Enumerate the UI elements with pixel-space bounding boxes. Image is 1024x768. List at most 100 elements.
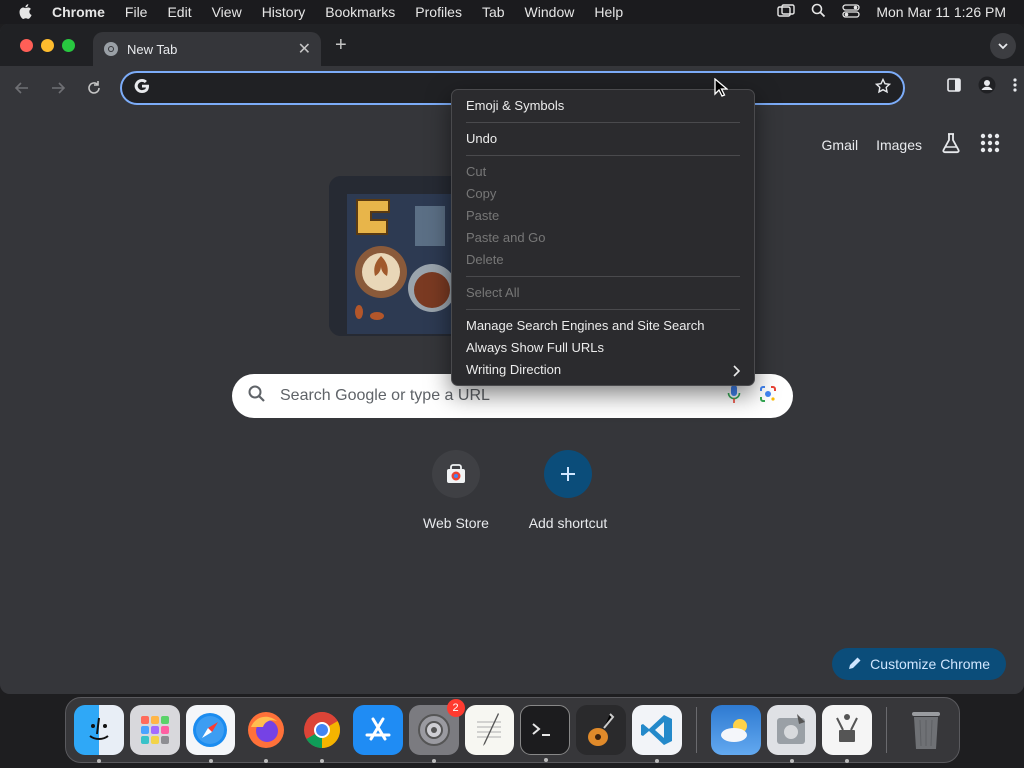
running-indicator — [431, 759, 436, 763]
running-indicator — [654, 759, 659, 763]
menu-bookmarks[interactable]: Bookmarks — [315, 0, 405, 24]
back-button[interactable] — [4, 80, 40, 96]
menu-item-copy[interactable]: Copy — [452, 183, 754, 205]
menu-item-paste[interactable]: Paste — [452, 205, 754, 227]
menu-separator — [466, 155, 740, 156]
apple-menu-icon[interactable] — [0, 4, 52, 20]
mouse-cursor-icon — [714, 77, 729, 103]
firefox-icon[interactable] — [241, 705, 291, 763]
running-indicator — [264, 759, 269, 763]
google-g-icon — [134, 78, 150, 99]
disk-utility-icon[interactable] — [766, 705, 817, 763]
menu-profiles[interactable]: Profiles — [405, 0, 472, 24]
shortcut-web-store[interactable]: Web Store — [406, 450, 506, 531]
menu-separator — [466, 309, 740, 310]
tab-close-icon[interactable]: ✕ — [298, 39, 311, 59]
customize-chrome-button[interactable]: Customize Chrome — [832, 648, 1006, 680]
side-panel-icon[interactable] — [946, 77, 962, 98]
weather-icon[interactable] — [710, 705, 761, 755]
omnibox-context-menu: Emoji & Symbols Undo Cut Copy Paste Past… — [451, 89, 755, 386]
voice-search-icon[interactable] — [727, 384, 741, 409]
reload-icon — [88, 81, 100, 94]
menubar-clock[interactable]: Mon Mar 11 1:26 PM — [876, 4, 1006, 20]
dock: 2 — [65, 697, 960, 763]
profile-avatar-icon[interactable] — [978, 76, 996, 99]
chevron-down-icon — [998, 42, 1008, 49]
menu-item-paste-and-go[interactable]: Paste and Go — [452, 227, 754, 249]
menu-item-cut[interactable]: Cut — [452, 161, 754, 183]
google-lens-icon[interactable] — [759, 385, 777, 408]
google-apps-icon[interactable] — [980, 133, 1000, 156]
pencil-icon — [848, 656, 862, 673]
textedit-icon[interactable] — [464, 705, 515, 755]
menu-item-select-all[interactable]: Select All — [452, 282, 754, 304]
customize-chrome-label: Customize Chrome — [870, 656, 990, 672]
web-store-icon — [432, 450, 480, 498]
finder-icon[interactable] — [74, 705, 124, 763]
menu-item-manage-search-engines[interactable]: Manage Search Engines and Site Search — [452, 315, 754, 337]
plus-icon — [544, 450, 592, 498]
more-options-icon[interactable] — [1012, 77, 1018, 98]
spotlight-search-icon[interactable] — [811, 3, 826, 21]
menu-separator — [466, 276, 740, 277]
control-center-icon[interactable] — [842, 3, 860, 21]
ntp-search-placeholder: Search Google or type a URL — [280, 387, 490, 404]
tab-title: New Tab — [127, 41, 178, 57]
screen-mirroring-icon[interactable] — [777, 3, 796, 21]
tab-search-button[interactable] — [990, 33, 1016, 59]
chrome-favicon-icon — [103, 41, 119, 57]
tab-new-tab[interactable]: New Tab ✕ — [93, 32, 321, 66]
menu-help[interactable]: Help — [584, 0, 633, 24]
app-store-icon[interactable] — [352, 705, 403, 755]
running-indicator — [845, 759, 850, 763]
launchpad-icon[interactable] — [129, 705, 180, 755]
menu-item-writing-direction[interactable]: Writing Direction — [452, 359, 754, 381]
running-indicator — [208, 759, 213, 763]
menu-tab[interactable]: Tab — [472, 0, 515, 24]
running-indicator — [544, 758, 549, 762]
chrome-icon[interactable] — [297, 705, 347, 763]
menu-view[interactable]: View — [202, 0, 252, 24]
menu-item-delete[interactable]: Delete — [452, 249, 754, 271]
search-icon — [248, 385, 266, 408]
bookmark-star-icon[interactable] — [874, 77, 892, 99]
new-tab-button[interactable]: + — [335, 34, 347, 57]
menu-item-always-show-full-urls[interactable]: Always Show Full URLs — [452, 337, 754, 359]
add-shortcut-button[interactable]: Add shortcut — [518, 450, 618, 531]
notification-badge: 2 — [446, 699, 465, 717]
safari-icon[interactable] — [185, 705, 236, 763]
close-window-button[interactable] — [20, 38, 33, 52]
system-settings-icon[interactable]: 2 — [408, 699, 465, 763]
reload-button[interactable] — [76, 80, 112, 96]
shortcut-label: Web Store — [423, 515, 489, 531]
running-indicator — [789, 759, 794, 763]
menu-window[interactable]: Window — [515, 0, 585, 24]
gmail-link[interactable]: Gmail — [822, 137, 859, 153]
vscode-icon[interactable] — [631, 705, 682, 763]
menu-item-emoji-symbols[interactable]: Emoji & Symbols — [452, 95, 754, 117]
menu-separator — [466, 122, 740, 123]
menu-edit[interactable]: Edit — [157, 0, 201, 24]
zoom-window-button[interactable] — [62, 38, 75, 52]
window-controls — [20, 38, 75, 52]
dock-separator — [695, 707, 697, 753]
trash-icon[interactable] — [901, 705, 951, 755]
forward-arrow-icon — [52, 82, 66, 94]
menu-item-label: Writing Direction — [466, 362, 562, 377]
ntp-top-links: Gmail Images — [822, 132, 1000, 157]
menu-item-undo[interactable]: Undo — [452, 128, 754, 150]
images-link[interactable]: Images — [876, 137, 922, 153]
search-labs-icon[interactable] — [940, 132, 962, 157]
shortcut-label: Add shortcut — [528, 515, 608, 531]
menu-app-name[interactable]: Chrome — [52, 0, 115, 24]
garageband-icon[interactable] — [576, 705, 626, 755]
menu-history[interactable]: History — [252, 0, 316, 24]
running-indicator — [320, 759, 325, 763]
minimize-window-button[interactable] — [41, 38, 54, 52]
forward-button[interactable] — [40, 80, 76, 96]
system-info-icon[interactable] — [822, 705, 873, 763]
tab-strip: New Tab ✕ + — [0, 24, 1024, 66]
terminal-icon[interactable] — [520, 705, 571, 762]
menu-file[interactable]: File — [115, 0, 158, 24]
menu-bar: Chrome File Edit View History Bookmarks … — [0, 0, 1024, 24]
